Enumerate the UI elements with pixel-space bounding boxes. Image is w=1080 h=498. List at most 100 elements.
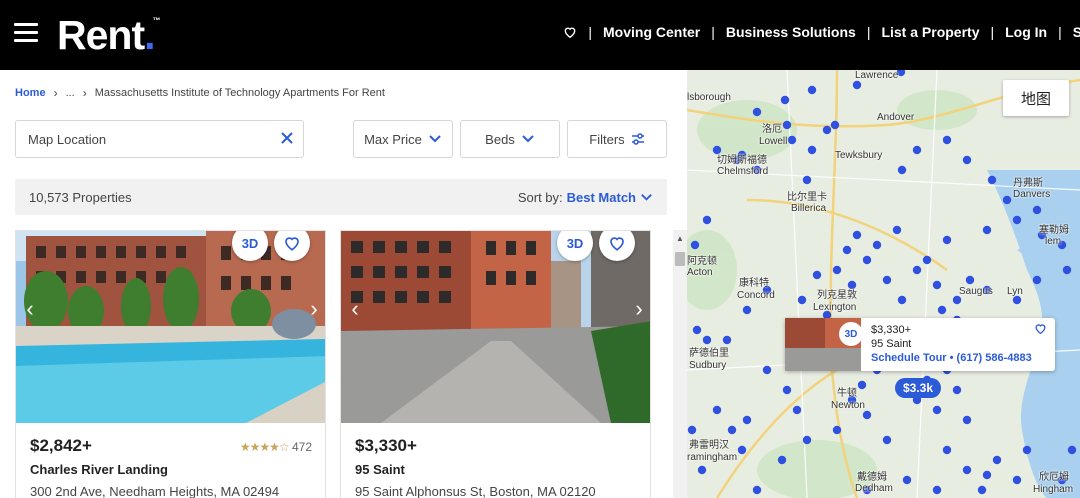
map-marker[interactable] [1012,295,1022,305]
map-marker[interactable] [1032,275,1042,285]
scroll-up-arrow-icon[interactable]: ▲ [676,234,684,243]
map-marker[interactable] [797,295,807,305]
listing-name[interactable]: 95 Saint [355,462,637,477]
map-marker[interactable] [802,175,812,185]
popup-name[interactable]: 95 Saint [871,338,911,350]
map-marker[interactable] [807,85,817,95]
map-marker[interactable] [897,295,907,305]
map-marker[interactable] [847,280,857,290]
map-marker[interactable] [912,145,922,155]
map-marker[interactable] [702,335,712,345]
map-marker[interactable] [727,425,737,435]
map-marker[interactable] [792,405,802,415]
favorites-heart-icon[interactable] [563,25,577,39]
map-marker[interactable] [742,415,752,425]
popup-schedule-tour-link[interactable]: Schedule Tour • (617) 586-4883 [871,352,1032,364]
map-marker[interactable] [872,240,882,250]
map-marker[interactable] [892,225,902,235]
map-marker[interactable] [687,425,697,435]
map-marker[interactable] [787,135,797,145]
map-marker[interactable] [742,305,752,315]
breadcrumb-ellipsis[interactable]: ... [66,87,75,99]
map-marker[interactable] [862,410,872,420]
heart-icon[interactable] [1034,322,1047,335]
map-marker[interactable] [902,475,912,485]
map-marker[interactable] [852,80,862,90]
previous-photo-arrow-icon[interactable]: ‹ [341,296,369,324]
map-marker[interactable] [722,335,732,345]
previous-photo-arrow-icon[interactable]: ‹ [16,296,44,324]
map-marker[interactable] [942,135,952,145]
map-marker[interactable] [932,280,942,290]
map-marker[interactable] [942,445,952,455]
map-marker[interactable] [782,120,792,130]
nav-list-a-property[interactable]: List a Property [881,24,979,40]
results-scrollbar[interactable]: ▲ [673,230,687,498]
map-marker[interactable] [882,435,892,445]
map-marker[interactable] [697,465,707,475]
map-marker[interactable] [702,215,712,225]
map-marker[interactable] [987,175,997,185]
map-marker[interactable] [977,485,987,495]
next-photo-arrow-icon[interactable]: › [300,296,325,324]
map-view[interactable]: 地图 Lawrence lsborough Andover 洛厄 Lowell … [687,70,1080,498]
map-marker[interactable] [942,235,952,245]
map-marker[interactable] [962,155,972,165]
rent-logo[interactable]: Rent.™ [57,12,161,59]
map-marker[interactable] [952,295,962,305]
map-marker[interactable] [932,405,942,415]
next-photo-arrow-icon[interactable]: › [625,296,650,324]
map-marker[interactable] [1022,445,1032,455]
map-marker[interactable] [962,465,972,475]
max-price-filter-button[interactable]: Max Price [353,120,453,158]
beds-filter-button[interactable]: Beds [460,120,560,158]
map-marker[interactable] [830,120,840,130]
map-marker[interactable] [812,270,822,280]
listing-rating[interactable]: ★★★★☆ 472 [240,440,312,454]
map-marker[interactable] [692,325,702,335]
map-marker[interactable] [1002,195,1012,205]
map-marker[interactable] [802,435,812,445]
map-marker[interactable] [832,265,842,275]
map-marker[interactable] [782,385,792,395]
scrollbar-thumb[interactable] [675,252,685,266]
map-marker[interactable] [822,125,832,135]
map-marker[interactable] [690,240,700,250]
clear-search-icon[interactable] [279,130,295,146]
map-listing-popup[interactable]: 3D $3,330+ 95 Saint Schedule Tour • (617… [785,318,1055,371]
map-marker[interactable] [1012,475,1022,485]
listing-name[interactable]: Charles River Landing [30,462,312,477]
map-marker[interactable] [780,95,790,105]
map-marker[interactable] [752,485,762,495]
map-marker[interactable] [1032,205,1042,215]
map-price-pin[interactable]: $3.3k [895,378,942,398]
nav-sign-up[interactable]: Si [1073,24,1080,40]
map-marker[interactable] [807,145,817,155]
map-marker[interactable] [1067,445,1077,455]
map-marker[interactable] [982,470,992,480]
map-marker[interactable] [897,165,907,175]
map-marker[interactable] [777,455,787,465]
popup-3d-badge[interactable]: 3D [839,322,863,346]
listing-photo[interactable]: 3D ‹ › [341,231,650,423]
map-marker[interactable] [882,275,892,285]
map-marker[interactable] [992,455,1002,465]
map-marker[interactable] [832,425,842,435]
map-marker[interactable] [1012,215,1022,225]
sort-dropdown[interactable]: Sort by: Best Match [518,190,653,205]
map-marker[interactable] [752,107,762,117]
breadcrumb-home[interactable]: Home [15,87,46,99]
nav-log-in[interactable]: Log In [1005,24,1047,40]
map-marker[interactable] [862,255,872,265]
map-marker[interactable] [762,365,772,375]
listing-card[interactable]: 3D ‹ › $2,842+ ★★★★☆ 472 Charles River L… [15,230,326,498]
nav-business-solutions[interactable]: Business Solutions [726,24,856,40]
map-marker[interactable] [712,405,722,415]
map-marker[interactable] [982,225,992,235]
map-marker[interactable] [1062,265,1072,275]
map-marker[interactable] [922,255,932,265]
map-marker[interactable] [932,485,942,495]
nav-moving-center[interactable]: Moving Center [603,24,700,40]
map-type-button[interactable]: 地图 [1003,80,1069,116]
map-location-search-input[interactable]: Map Location [15,120,304,158]
